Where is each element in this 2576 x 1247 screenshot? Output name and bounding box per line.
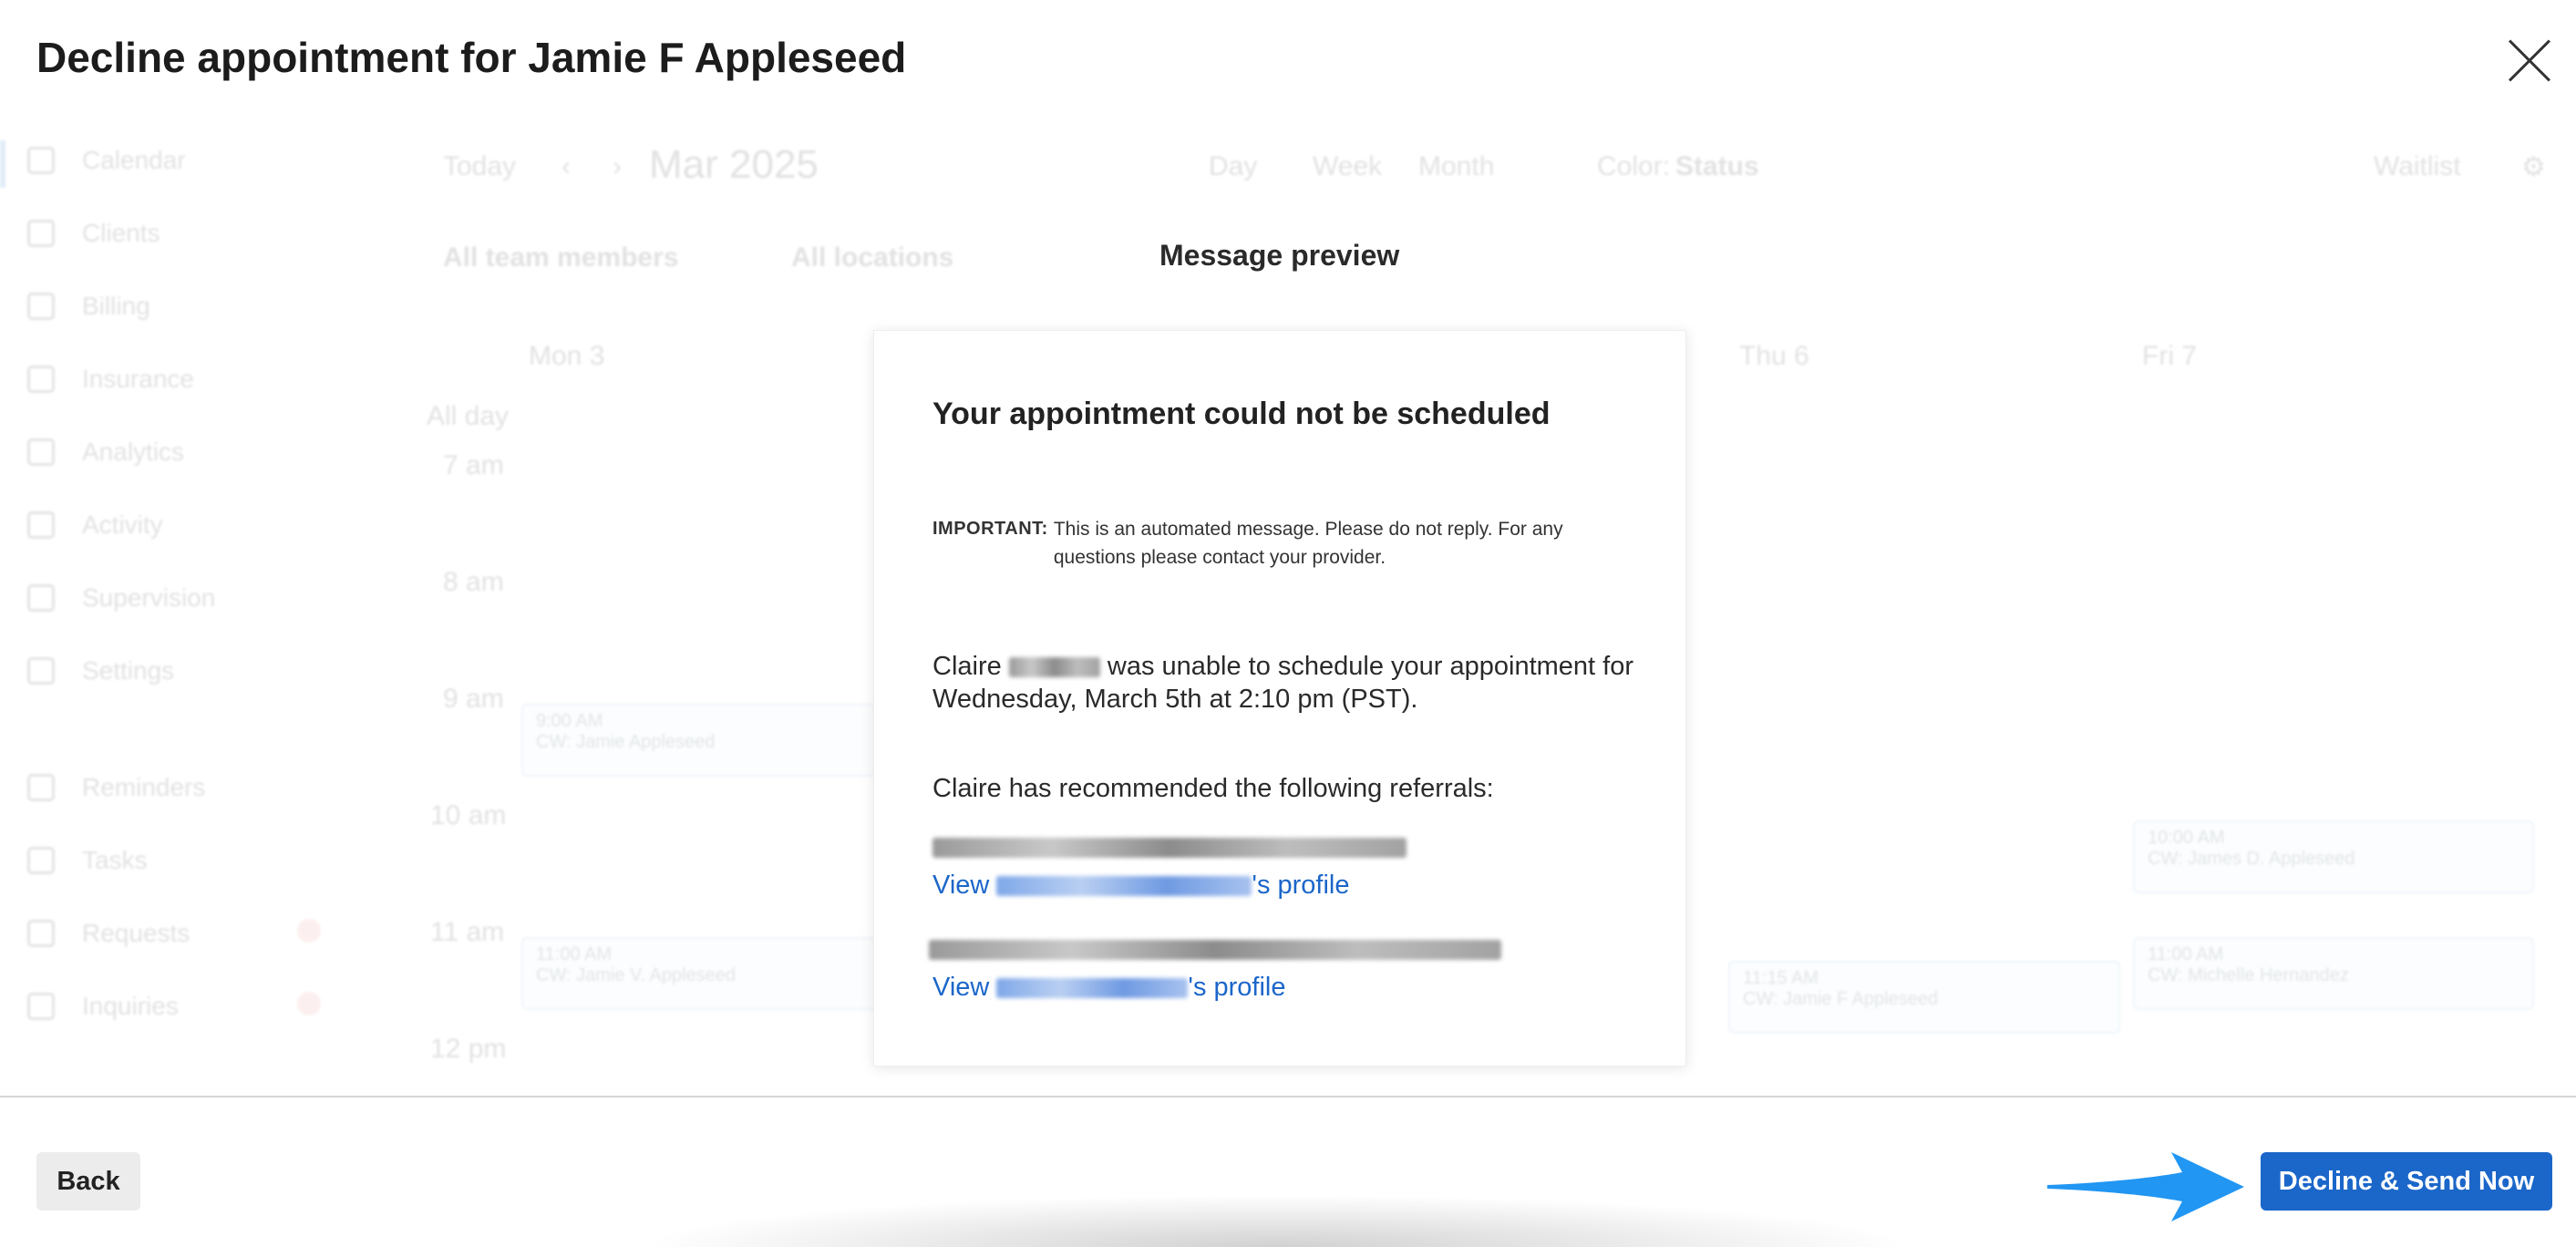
referral-name-redacted — [929, 940, 1501, 960]
supervision-icon — [27, 584, 55, 612]
sidebar-active-indicator — [0, 140, 5, 188]
next-icon: › — [613, 151, 622, 181]
gear-icon — [27, 657, 55, 685]
tasks-icon — [27, 847, 55, 874]
sidebar-item-billing: Billing — [27, 292, 150, 321]
day-header-fri: Fri 7 — [2142, 341, 2197, 371]
card-title: Your appointment could not be scheduled — [933, 397, 1551, 431]
message-preview-card: Your appointment could not be scheduled … — [873, 330, 1686, 1067]
day-header-mon: Mon 3 — [529, 341, 605, 371]
prev-icon: ‹ — [562, 151, 571, 181]
time-7am: 7 am — [443, 450, 504, 480]
provider-first-name: Claire — [933, 652, 1002, 681]
sidebar-item-tasks: Tasks — [27, 846, 148, 875]
important-label: IMPORTANT: — [933, 519, 1048, 539]
today-button: Today — [443, 151, 517, 181]
location-filter: All locations — [791, 242, 954, 273]
redacted-referral-name[interactable] — [996, 978, 1189, 999]
message-preview-heading: Message preview — [1159, 239, 1400, 272]
gear-icon: ⚙ — [2521, 152, 2546, 182]
color-label: Color: — [1597, 151, 1671, 181]
calendar-event: 11:00 AM CW: Michelle Hernandez — [2133, 937, 2534, 1010]
referrals-intro: Claire has recommended the following ref… — [933, 774, 1494, 803]
billing-icon — [27, 293, 55, 320]
time-8am: 8 am — [443, 567, 504, 597]
redacted-last-name — [1008, 657, 1100, 678]
waitlist-label: Waitlist — [2374, 151, 2461, 181]
analytics-icon — [27, 438, 55, 466]
redacted-referral-name[interactable] — [996, 876, 1252, 897]
requests-badge — [297, 919, 321, 943]
calendar-event: 11:15 AM CW: Jamie F Appleseed — [1728, 961, 2120, 1034]
color-value: Status — [1675, 151, 1759, 181]
sidebar-item-supervision: Supervision — [27, 583, 215, 613]
inquiries-badge — [297, 992, 321, 1015]
bell-icon — [27, 774, 55, 801]
footer-shadow — [638, 1194, 1914, 1247]
sidebar-item-settings: Settings — [27, 656, 174, 685]
important-notice: IMPORTANT: This is an automated message.… — [933, 515, 1601, 572]
view-day: Day — [1209, 151, 1258, 181]
profile-suffix[interactable]: 's profile — [1252, 871, 1349, 900]
sidebar-item-inquiries: Inquiries — [27, 992, 179, 1021]
close-icon[interactable] — [2505, 36, 2554, 86]
view-label[interactable]: View — [933, 871, 989, 900]
month-label: Mar 2025 — [649, 142, 819, 187]
arrow-annotation-icon — [2047, 1152, 2244, 1221]
calendar-icon — [27, 147, 55, 174]
shield-icon — [27, 366, 55, 393]
sidebar-item-analytics: Analytics — [27, 438, 184, 467]
footer-divider — [0, 1096, 2576, 1098]
sidebar-item-insurance: Insurance — [27, 365, 194, 394]
profile-suffix[interactable]: 's profile — [1188, 973, 1285, 1002]
referral-name-redacted — [933, 838, 1406, 858]
inquiries-icon — [27, 993, 55, 1020]
clients-icon — [27, 220, 55, 247]
sidebar-item-requests: Requests — [27, 919, 190, 948]
time-9am: 9 am — [443, 684, 504, 714]
day-header-thu: Thu 6 — [1739, 341, 1809, 371]
view-label[interactable]: View — [933, 973, 989, 1002]
team-filter: All team members — [443, 242, 679, 273]
time-11am: 11 am — [430, 917, 505, 947]
sidebar-item-clients: Clients — [27, 219, 160, 248]
sidebar-item-activity: Activity — [27, 510, 163, 540]
calendar-event: 11:00 AM CW: Jamie V. Appleseed — [521, 937, 886, 1010]
dialog-title: Decline appointment for Jamie F Applesee… — [36, 34, 907, 81]
calendar-event: 9:00 AM CW: Jamie Appleseed — [521, 704, 886, 777]
time-12pm: 12 pm — [430, 1034, 507, 1064]
important-text: This is an automated message. Please do … — [1053, 519, 1563, 568]
time-all-day: All day — [427, 401, 510, 431]
time-10am: 10 am — [430, 800, 507, 830]
view-week: Week — [1313, 151, 1383, 181]
sidebar-item-reminders: Reminders — [27, 773, 205, 802]
sidebar-item-calendar: Calendar — [27, 146, 186, 175]
activity-icon — [27, 511, 55, 539]
unable-message: Claire was unable to schedule your appoi… — [933, 650, 1643, 716]
view-month: Month — [1418, 151, 1495, 181]
decline-send-button[interactable]: Decline & Send Now — [2261, 1152, 2552, 1211]
referral-profile-link[interactable]: View 's profile — [933, 869, 1643, 902]
back-button[interactable]: Back — [36, 1152, 140, 1211]
requests-icon — [27, 920, 55, 947]
referral-profile-link[interactable]: View 's profile — [933, 971, 1643, 1004]
calendar-event: 10:00 AM CW: James D. Appleseed — [2133, 820, 2534, 893]
